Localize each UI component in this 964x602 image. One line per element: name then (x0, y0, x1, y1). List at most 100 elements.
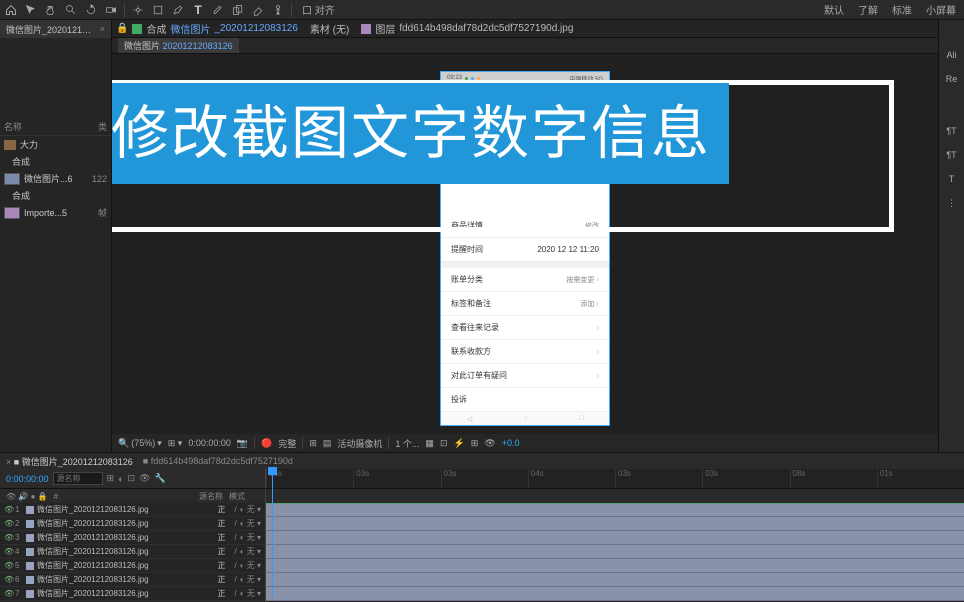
layer-bar[interactable] (266, 531, 964, 545)
channel-button[interactable]: 🔴 (261, 438, 272, 449)
time-display[interactable]: 0:00:00:00 (188, 438, 231, 448)
blend-dropdown[interactable]: ◐ 无 ▾ (240, 532, 261, 543)
text-icon[interactable]: T (949, 174, 955, 184)
timeline-layer[interactable]: 👁6微信图片_20201212083126.jpg正/◐ 无 ▾ (0, 573, 265, 587)
timeline-layer[interactable]: 👁2微信图片_20201212083126.jpg正/◐ 无 ▾ (0, 517, 265, 531)
visibility-icon[interactable]: 👁 (4, 533, 12, 542)
camera-tool-icon[interactable] (104, 3, 118, 17)
timeline-tab[interactable]: ■ fdd614b498daf78d2dc5df7527190d (143, 456, 293, 466)
layer-mode[interactable]: 正 (217, 546, 231, 557)
visibility-icon[interactable]: 👁 (4, 561, 12, 570)
layer-bar[interactable] (266, 559, 964, 573)
resolution-dropdown[interactable]: ⊞ ▾ (168, 438, 183, 449)
magnification-dropdown[interactable]: 🔍 (75%) ▾ (118, 438, 162, 449)
blend-dropdown[interactable]: ◐ 无 ▾ (240, 574, 261, 585)
pen-icon[interactable]: / (234, 561, 236, 570)
timeline-toggle-icon[interactable]: 👁 (139, 473, 150, 484)
blend-dropdown[interactable]: ◐ 无 ▾ (240, 546, 261, 557)
clone-tool-icon[interactable] (231, 3, 245, 17)
pen-icon[interactable]: / (234, 533, 236, 542)
visibility-icon[interactable]: 👁 (4, 519, 12, 528)
snapshot-button[interactable]: 📷 (237, 438, 248, 449)
project-item[interactable]: 合成 (0, 187, 111, 204)
zoom-tool-icon[interactable] (64, 3, 78, 17)
timeline-toggle-icon[interactable]: ⊡ (128, 473, 136, 484)
blend-dropdown[interactable]: ◐ 无 ▾ (240, 504, 261, 515)
view-layout-button[interactable]: ▦ (425, 438, 434, 449)
project-item[interactable]: 微信图片...6122 (0, 170, 111, 187)
layer-color-icon[interactable] (26, 590, 34, 598)
timeline-layer[interactable]: 👁5微信图片_20201212083126.jpg正/◐ 无 ▾ (0, 559, 265, 573)
view-count[interactable]: 1 个... (395, 437, 419, 450)
pen-tool-icon[interactable] (171, 3, 185, 17)
project-item[interactable]: 大力 (0, 136, 111, 153)
project-item[interactable]: 合成 (0, 153, 111, 170)
work-area-bar[interactable] (266, 503, 964, 504)
layer-mode[interactable]: 正 (217, 518, 231, 529)
resolution-label[interactable]: 完整 (278, 437, 296, 450)
layer-color-icon[interactable] (26, 506, 34, 514)
fast-preview-button[interactable]: ⚡ (453, 438, 464, 449)
timeline-layer[interactable]: 👁3微信图片_20201212083126.jpg正/◐ 无 ▾ (0, 531, 265, 545)
visibility-icon[interactable]: 👁 (4, 505, 12, 514)
comp-viewer-tab[interactable]: 🔒 合成 微信图片 _20201212083126 (116, 21, 298, 36)
more-icon[interactable]: ⋮ (947, 198, 956, 209)
pen-icon[interactable]: / (234, 547, 236, 556)
workspace-small-screen[interactable]: 小屏幕 (922, 2, 960, 17)
project-item[interactable]: Importe...5帧 (0, 204, 111, 221)
home-icon[interactable] (4, 3, 18, 17)
visibility-icon[interactable]: 👁 (4, 589, 12, 598)
close-icon[interactable]: × (100, 24, 105, 34)
timeline-toggle-icon[interactable]: ⊞ (107, 473, 115, 484)
blend-dropdown[interactable]: ◐ 无 ▾ (240, 518, 261, 529)
layer-bar[interactable] (266, 545, 964, 559)
grid-button[interactable]: ⊞ (309, 438, 317, 449)
timeline-toggle-icon[interactable]: ◐ (118, 474, 123, 484)
hand-tool-icon[interactable] (44, 3, 58, 17)
selection-tool-icon[interactable] (24, 3, 38, 17)
layer-bar[interactable] (266, 573, 964, 587)
right-tab-align[interactable]: Ali (946, 50, 956, 60)
timeline-layer[interactable]: 👁7微信图片_20201212083126.jpg正/◐ 无 ▾ (0, 587, 265, 601)
layer-mode[interactable]: 正 (217, 588, 231, 599)
pen-icon[interactable]: / (234, 505, 236, 514)
timeline-ruler[interactable]: 05s 03s 03s 04s 03s 03s 08s 01s (265, 469, 964, 488)
right-tab-repeat[interactable]: Re (946, 74, 958, 84)
layer-mode[interactable]: 正 (217, 504, 231, 515)
workspace-default[interactable]: 默认 (820, 2, 848, 17)
layer-search-input[interactable] (53, 472, 103, 485)
workspace-standard[interactable]: 标准 (888, 2, 916, 17)
puppet-tool-icon[interactable] (271, 3, 285, 17)
snap-toggle[interactable]: 口 对齐 (298, 2, 339, 17)
guides-button[interactable]: ▤ (323, 438, 332, 449)
composition-canvas[interactable]: 09:23 中国移动 5G 商品详情 修改 提醒时间 2020 12 12 11… (112, 54, 938, 434)
sub-tab[interactable]: 微信图片 20201212083126 (118, 38, 239, 53)
visibility-icon[interactable]: 👁 (4, 575, 12, 584)
timeline-tracks[interactable] (265, 503, 964, 602)
pen-icon[interactable]: / (234, 519, 236, 528)
shape-tool-icon[interactable] (151, 3, 165, 17)
eraser-tool-icon[interactable] (251, 3, 265, 17)
brush-tool-icon[interactable] (211, 3, 225, 17)
layer-color-icon[interactable] (26, 548, 34, 556)
pen-icon[interactable]: / (234, 575, 236, 584)
camera-dropdown[interactable]: 活动摄像机 (337, 437, 382, 450)
layer-viewer-tab[interactable]: 素材 (无) (310, 21, 349, 36)
transparency-button[interactable]: ⊞ (471, 438, 479, 449)
layer-bar[interactable] (266, 517, 964, 531)
blend-dropdown[interactable]: ◐ 无 ▾ (240, 588, 261, 599)
paragraph-icon[interactable]: ¶T (946, 126, 956, 136)
rotate-tool-icon[interactable] (84, 3, 98, 17)
layer-color-icon[interactable] (26, 534, 34, 542)
playhead[interactable] (272, 469, 273, 598)
character-icon[interactable]: ¶T (946, 150, 956, 160)
exposure-control[interactable]: +0.0 (502, 438, 520, 448)
layer-color-icon[interactable] (26, 520, 34, 528)
timeline-layer[interactable]: 👁4微信图片_20201212083126.jpg正/◐ 无 ▾ (0, 545, 265, 559)
layer-color-icon[interactable] (26, 562, 34, 570)
layer-bar[interactable] (266, 587, 964, 601)
anchor-tool-icon[interactable] (131, 3, 145, 17)
layer-mode[interactable]: 正 (217, 574, 231, 585)
text-tool-icon[interactable]: T (191, 3, 205, 17)
timeline-tab[interactable]: × ■ 微信图片_20201212083126 (6, 455, 133, 468)
